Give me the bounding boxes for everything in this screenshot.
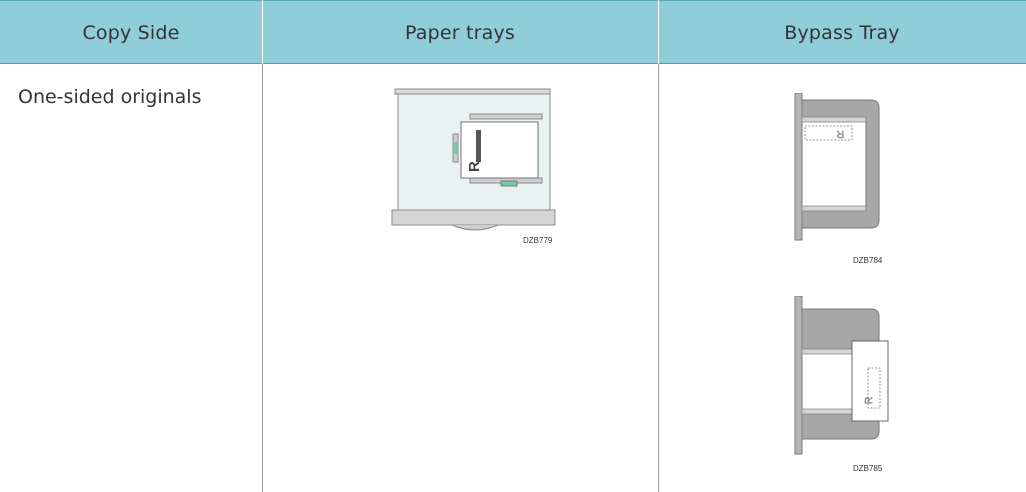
bypass-tray-loading-rotated-icon: R xyxy=(794,296,889,455)
header-divider xyxy=(658,0,659,64)
header-divider xyxy=(262,0,263,64)
figure-code-label: DZB779 xyxy=(523,236,553,245)
paper-orientation-table: Copy Side Paper trays Bypass Tray One-si… xyxy=(0,0,1026,492)
figure-code-label: DZB785 xyxy=(853,464,883,473)
column-divider xyxy=(658,64,659,492)
header-copy-side: Copy Side xyxy=(82,22,180,44)
header-bypass-tray: Bypass Tray xyxy=(784,22,900,44)
paper-tray-loading-icon: R xyxy=(391,88,556,231)
header-paper-trays: Paper trays xyxy=(404,22,516,44)
column-divider xyxy=(262,64,263,492)
table-header-row: Copy Side Paper trays Bypass Tray xyxy=(0,0,1026,64)
svg-text:R: R xyxy=(864,397,875,404)
row-label-one-sided-originals: One-sided originals xyxy=(18,86,202,108)
figure-code-label: DZB784 xyxy=(853,256,883,265)
bypass-tray-loading-icon: R xyxy=(794,93,880,241)
svg-text:R: R xyxy=(837,128,844,139)
svg-text:R: R xyxy=(466,161,483,172)
